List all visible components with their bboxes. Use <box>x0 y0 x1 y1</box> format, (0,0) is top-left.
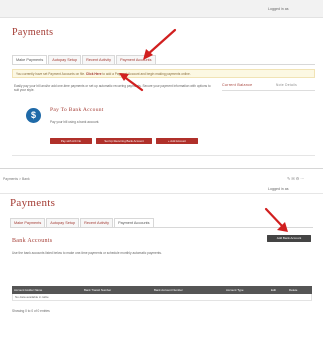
dollar-icon: $ <box>26 108 41 123</box>
top-content-border <box>12 155 315 156</box>
pay-with-account-button[interactable]: Pay with A/C No <box>50 138 92 144</box>
table-empty-row: No data available in table <box>12 294 312 301</box>
col-transit-number[interactable]: Bank Transit Number <box>82 288 152 292</box>
annotation-arrow-click-here <box>119 73 144 92</box>
bottom-tab-make-payments[interactable]: Make Payments <box>10 218 46 227</box>
side-divider <box>222 90 315 91</box>
add-bank-account-button[interactable]: Add Bank Account <box>267 235 311 242</box>
tab-autopay-setup[interactable]: Autopay Setup <box>48 55 82 64</box>
annotation-arrow-add-button <box>264 207 288 232</box>
bank-accounts-description: Use the bank accounts listed below to ma… <box>12 251 162 255</box>
logged-in-label: Logged in as <box>268 7 289 11</box>
pay-to-bank-heading: Pay To Bank Account <box>50 107 104 113</box>
col-delete[interactable]: Delete <box>287 288 312 292</box>
breadcrumb: Payments > Bank <box>3 177 30 181</box>
bottom-top-border <box>0 193 323 194</box>
toolbar-icons: ✎✉⚙⋯ <box>287 176 305 181</box>
notice-prefix: You currently have set Payment Accounts … <box>16 72 85 76</box>
notice-banner: You currently have set Payment Accounts … <box>12 69 315 78</box>
bottom-tab-payment-accounts[interactable]: Payment Accounts <box>114 218 154 227</box>
col-account-type[interactable]: Account Type <box>224 288 269 292</box>
annotation-arrow-tab <box>143 28 177 60</box>
note-details-heading: Note Details <box>276 83 297 87</box>
pay-to-bank-subtext: Pay your bill using a bank account. <box>50 120 100 124</box>
col-account-holder[interactable]: Account Holder Name <box>12 288 82 292</box>
tab-make-payments[interactable]: Make Payments <box>12 55 48 64</box>
bottom-tab-autopay-setup[interactable]: Autopay Setup <box>46 218 80 227</box>
click-here-link[interactable]: Click Here <box>86 72 102 76</box>
bank-accounts-title: Bank Accounts <box>12 238 53 244</box>
setup-recurring-button[interactable]: Set Up Recurring Bank Account <box>96 138 152 144</box>
tab-recent-activity[interactable]: Recent Activity <box>82 55 116 64</box>
col-edit[interactable]: Edit <box>269 288 287 292</box>
col-account-number[interactable]: Bank Account Number <box>152 288 224 292</box>
bottom-page-title: Payments <box>10 197 56 209</box>
more-icon[interactable]: ⋯ <box>300 176 305 181</box>
current-balance-heading: Current Balance <box>222 83 253 87</box>
table-footer: Showing 0 to 0 of 0 entries <box>12 309 50 313</box>
page-title: Payments <box>12 27 54 38</box>
intro-text: Easily pay your bill and/or add one-time… <box>14 84 211 93</box>
table-header: Account Holder Name Bank Transit Number … <box>12 286 312 294</box>
bottom-logged-in-label: Logged in as <box>268 187 289 191</box>
add-account-button[interactable]: + Add Account <box>156 138 198 144</box>
screenshot-divider <box>0 168 323 169</box>
bottom-tab-recent-activity[interactable]: Recent Activity <box>80 218 114 227</box>
